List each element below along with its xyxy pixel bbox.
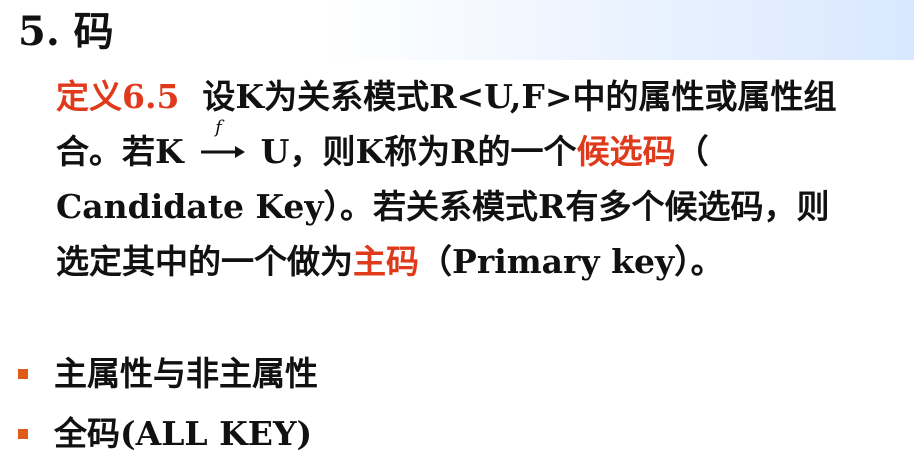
- definition-text-1: 设K为关系模式R<U,F>中的属性或属性组: [202, 77, 837, 116]
- bullet-text: 主属性与非主属性: [54, 354, 318, 393]
- definition-text-2a: 合。若K: [56, 132, 196, 171]
- square-bullet-icon: [18, 429, 28, 439]
- slide-title: 5. 码: [18, 8, 114, 55]
- candidate-key-term: 候选码: [576, 132, 676, 171]
- definition-line-1: 定义6.5 设K为关系模式R<U,F>中的属性或属性组: [56, 74, 906, 129]
- definition-line-3: Candidate Key）。若关系模式R有多个候选码，则: [56, 184, 906, 239]
- definition-text-2c: （: [675, 132, 709, 171]
- bullet-item: 主属性与非主属性: [18, 352, 318, 412]
- bullet-item: 全码(ALL KEY): [18, 412, 318, 472]
- definition-block: 定义6.5 设K为关系模式R<U,F>中的属性或属性组 合。若K f U，则K称…: [56, 74, 906, 294]
- definition-text-2b: U，则K称为R的一个: [260, 132, 577, 171]
- definition-text-4b: （Primary key）。: [419, 242, 724, 281]
- definition-text-4a: 选定其中的一个做为: [56, 242, 353, 281]
- definition-line-2: 合。若K f U，则K称为R的一个候选码（: [56, 119, 906, 184]
- primary-key-term: 主码: [353, 242, 419, 281]
- bullet-list: 主属性与非主属性 全码(ALL KEY): [18, 352, 318, 472]
- definition-label: 定义6.5: [56, 77, 180, 116]
- definition-text-3: Candidate Key）。若关系模式R有多个候选码，则: [56, 187, 830, 226]
- title-band: [0, 0, 914, 60]
- bullet-text: 全码(ALL KEY): [54, 414, 313, 453]
- square-bullet-icon: [18, 369, 28, 379]
- arrow-label: f: [215, 117, 222, 138]
- definition-line-4: 选定其中的一个做为主码（Primary key）。: [56, 239, 906, 294]
- functional-dependency-arrow-icon: f: [199, 119, 246, 165]
